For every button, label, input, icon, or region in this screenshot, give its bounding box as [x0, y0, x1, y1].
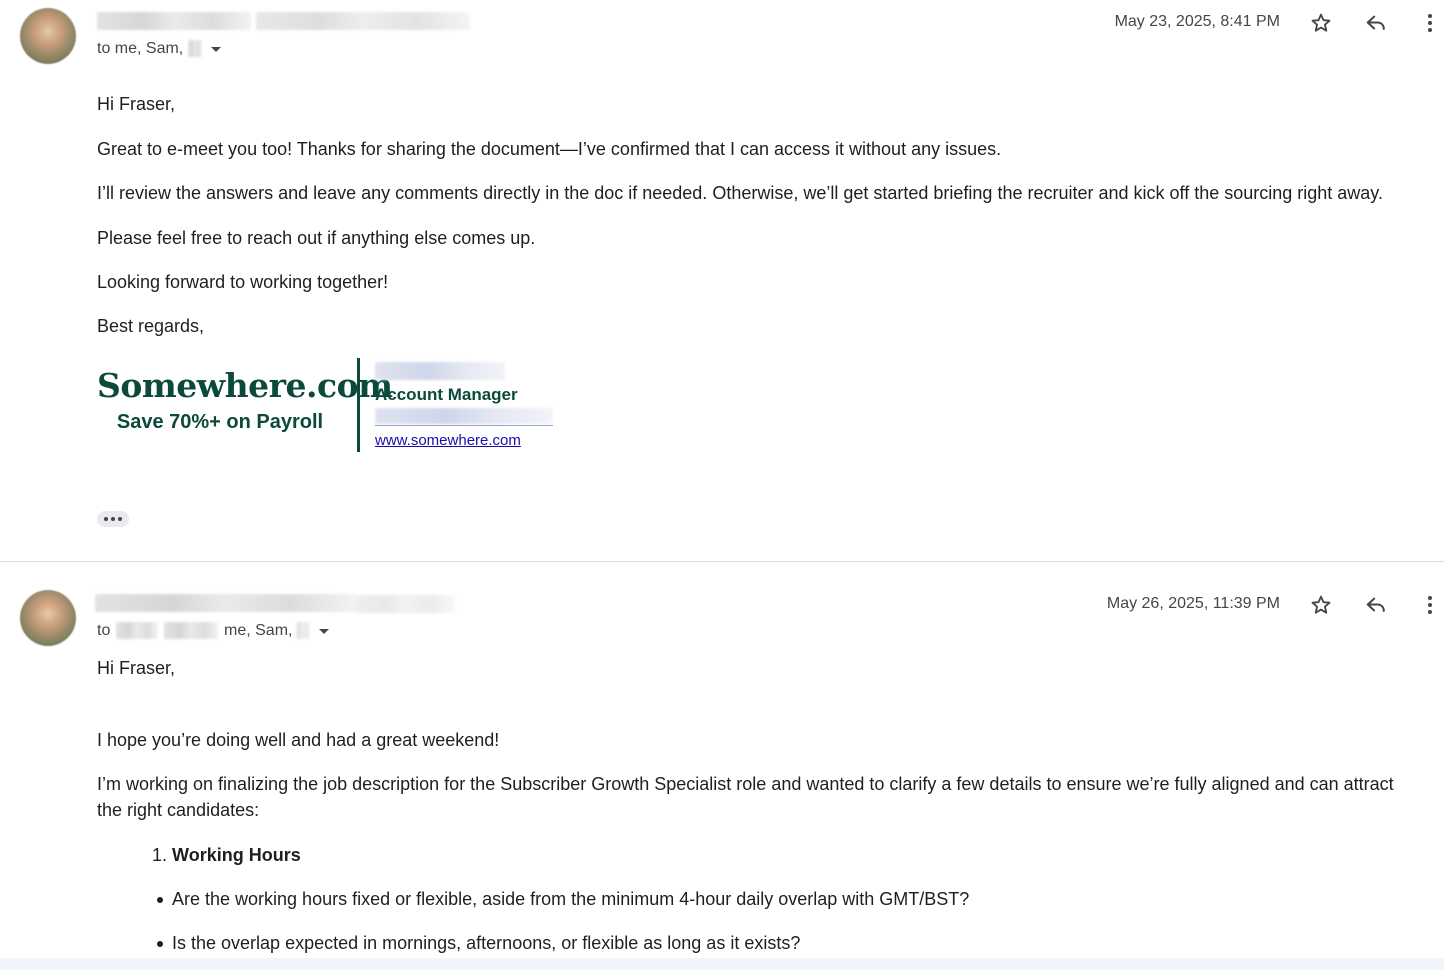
message-date: May 26, 2025, 11:39 PM [1106, 595, 1280, 612]
sign-off: Best regards, [97, 316, 205, 336]
body-paragraph: Looking forward to working together! [97, 272, 389, 292]
sender-avatar[interactable] [20, 590, 76, 646]
recipient-redacted [188, 40, 202, 57]
reply-icon[interactable] [1362, 591, 1390, 619]
signature-tagline: Save 70%+ on Payroll [116, 411, 324, 433]
body-paragraph: Please feel free to reach out if anythin… [97, 228, 536, 248]
signature-email-redacted [375, 408, 553, 424]
sender-email-redacted [256, 12, 470, 30]
message-date: May 23, 2025, 8:41 PM [1114, 13, 1280, 30]
signature-role: Account Manager [375, 385, 518, 404]
greeting: Hi Fraser, [97, 94, 176, 114]
message-divider [0, 561, 1444, 562]
signature-brand-logo: Somewhere.com [97, 366, 393, 405]
recipients-prefix: to [97, 622, 111, 639]
greeting: Hi Fraser, [97, 658, 176, 678]
sender-avatar[interactable] [20, 8, 76, 64]
dot [118, 517, 122, 521]
viewport-bottom-edge [0, 958, 1444, 970]
body-paragraph: I hope you’re doing well and had a great… [97, 730, 500, 750]
signature-email-underline [375, 425, 553, 426]
list-number: 1. [152, 845, 168, 865]
bullet-item: Are the working hours fixed or flexible,… [172, 889, 970, 909]
body-paragraph: Great to e-meet you too! Thanks for shar… [97, 139, 1002, 159]
bullet-item: Is the overlap expected in mornings, aft… [172, 933, 801, 953]
signature-name-redacted [375, 362, 505, 380]
dot [104, 517, 108, 521]
show-trimmed-content-button[interactable] [97, 511, 129, 527]
recipient-redacted [164, 622, 218, 639]
signature-divider [357, 358, 360, 452]
signature-website-link[interactable]: www.somewhere.com [375, 432, 521, 449]
recipient-redacted [296, 622, 310, 639]
caret-down-icon[interactable] [319, 629, 329, 634]
recipients-text: to me, Sam, [97, 40, 184, 57]
reply-icon[interactable] [1362, 9, 1390, 37]
recipient-redacted [116, 622, 158, 639]
sender-name-redacted[interactable] [97, 12, 251, 30]
dot [111, 517, 115, 521]
body-paragraph: I’m working on finalizing the job descri… [97, 774, 1394, 820]
bullet-dot [157, 941, 163, 947]
recipients-line: to me, Sam, [97, 40, 183, 58]
bullet-dot [157, 897, 163, 903]
star-icon[interactable] [1307, 591, 1335, 619]
more-vert-icon[interactable] [1416, 9, 1444, 37]
body-paragraph: I’ll review the answers and leave any co… [97, 183, 1383, 203]
star-icon[interactable] [1307, 9, 1335, 37]
caret-down-icon[interactable] [211, 47, 221, 52]
sender-email-redacted [355, 595, 455, 613]
more-vert-icon[interactable] [1416, 591, 1444, 619]
numbered-list-item: 1. Working Hours [152, 842, 301, 868]
recipients-text: me, Sam, [224, 622, 293, 639]
sender-name-redacted[interactable] [95, 594, 355, 612]
list-item-title: Working Hours [172, 845, 301, 865]
